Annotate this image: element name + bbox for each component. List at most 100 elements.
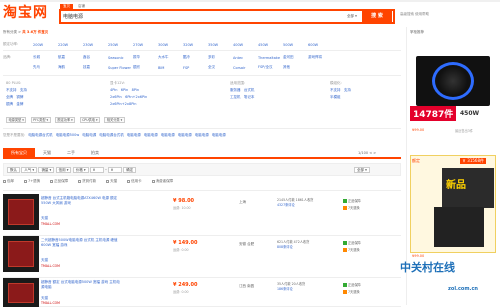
- filter-option[interactable]: 不支持: [330, 88, 341, 92]
- search-input[interactable]: 电脑电源: [63, 13, 83, 20]
- search-scope-select[interactable]: 全部 ▾: [347, 14, 357, 19]
- related-link[interactable]: 电脑电源: [127, 133, 141, 138]
- sort-default[interactable]: 默认: [7, 167, 20, 173]
- sort-sales[interactable]: 销量 ▾: [38, 167, 55, 173]
- filter-option[interactable]: 支持: [20, 88, 27, 92]
- filter-option[interactable]: 600W: [308, 43, 333, 47]
- product-title[interactable]: 二代超静音500W电脑电源 台式机 主机电源 峰值600W 宽幅 游戏: [41, 238, 121, 248]
- product-title[interactable]: 超静音 额定 台式电脑电源500W 宽幅 游戏 主机电源电脑: [41, 280, 121, 290]
- filter-option[interactable]: 320W: [183, 43, 208, 47]
- filter-option[interactable]: 半模组: [330, 95, 341, 99]
- seller-name[interactable]: 天猫: [41, 216, 48, 221]
- psu-image-2[interactable]: [434, 207, 484, 247]
- tab-used[interactable]: 二手: [59, 148, 83, 157]
- taobao-logo[interactable]: 淘宝网: [3, 5, 48, 21]
- filter-option[interactable]: 酷冷: [183, 55, 208, 60]
- filter-option[interactable]: FSP: [183, 66, 208, 70]
- filter-option[interactable]: 230W: [83, 43, 108, 47]
- filter-option[interactable]: 其他: [283, 65, 308, 70]
- filter-option[interactable]: 金牌: [16, 102, 23, 106]
- filter-option[interactable]: 2x6Pin: [110, 95, 122, 99]
- filter-option[interactable]: 350W: [208, 43, 233, 47]
- filter-option[interactable]: 金河田: [283, 55, 308, 60]
- list-item[interactable]: 超静音 台式主机箱电脑电源ATX460W 电源 额定550W 大风扇 游戏 天猫…: [3, 194, 401, 236]
- option-7day-return[interactable]: 7+退换: [24, 179, 40, 184]
- filter-option[interactable]: 海韵: [58, 65, 83, 70]
- filter-option[interactable]: 服务器: [230, 88, 241, 92]
- related-link[interactable]: 电脑电源: [212, 133, 226, 138]
- related-link[interactable]: 电脑电源台式机: [28, 133, 53, 138]
- sort-price[interactable]: 价格 ▾: [72, 167, 89, 173]
- filter-option[interactable]: 2x6Pin+2x8Pin: [110, 102, 136, 106]
- product-title[interactable]: 超静音 台式主机箱电脑电源ATX460W 电源 额定550W 大风扇 游戏: [41, 196, 121, 206]
- filter-option[interactable]: Corsair: [233, 66, 258, 70]
- filter-option[interactable]: 6Pin+2x6Pin: [125, 95, 147, 99]
- filter-option[interactable]: 工控机: [230, 95, 241, 99]
- price-max-input[interactable]: ¥: [107, 167, 122, 173]
- psu-image-1[interactable]: [416, 56, 490, 106]
- filter-option[interactable]: 300W: [158, 43, 183, 47]
- product-thumbnail[interactable]: [3, 278, 39, 307]
- filter-option[interactable]: 台式机: [244, 88, 255, 92]
- filter-option[interactable]: 270W: [133, 43, 158, 47]
- seller-name[interactable]: 天猫: [41, 258, 48, 263]
- tab-all[interactable]: 所有宝贝: [3, 148, 35, 157]
- filter-option[interactable]: Seasonic: [108, 56, 133, 60]
- related-link[interactable]: 电脑电源: [144, 133, 158, 138]
- filter-option[interactable]: 500W: [283, 43, 308, 47]
- combo-psu-type[interactable]: 电源类型 ▾: [6, 117, 27, 123]
- filter-option[interactable]: 6Pin: [121, 88, 128, 92]
- filter-option[interactable]: 笔记本: [244, 95, 255, 99]
- filter-option[interactable]: 不支持: [6, 88, 17, 92]
- filter-option[interactable]: 大水牛: [158, 55, 183, 60]
- pager[interactable]: 1/100 < >: [358, 151, 376, 155]
- option-credit-card[interactable]: 信用卡: [127, 179, 142, 184]
- filter-option[interactable]: BIM: [158, 66, 183, 70]
- filter-option[interactable]: Antec: [233, 56, 258, 60]
- filter-option[interactable]: 400W: [233, 43, 258, 47]
- option-cod[interactable]: 货到付款: [78, 179, 96, 184]
- option-consumer-protect[interactable]: 消费者保障: [151, 179, 173, 184]
- combo-pfc[interactable]: PFC类型 ▾: [30, 117, 51, 123]
- option-free-shipping[interactable]: 包邮: [3, 179, 14, 184]
- combo-power[interactable]: 额定功率 ▾: [54, 117, 76, 123]
- search-button[interactable]: 搜 索: [362, 9, 392, 24]
- combo-related[interactable]: 相关分类 ▾: [104, 117, 125, 123]
- related-link[interactable]: 电脑电源台式机: [99, 133, 124, 138]
- filter-option[interactable]: Thermaltake: [258, 56, 283, 60]
- filter-option[interactable]: 鑫谷: [83, 55, 108, 60]
- filter-option[interactable]: 4Pin: [110, 88, 117, 92]
- filter-option[interactable]: 全牌: [6, 95, 13, 99]
- product-thumbnail[interactable]: [3, 194, 39, 230]
- filter-option[interactable]: 银欣: [133, 65, 158, 70]
- price-confirm-button[interactable]: 确定: [123, 167, 137, 173]
- filter-option[interactable]: 全汉: [208, 65, 233, 70]
- filter-option[interactable]: 银牌: [6, 102, 13, 106]
- filter-option[interactable]: 支持: [344, 88, 351, 92]
- filter-option[interactable]: 先马: [33, 65, 58, 70]
- filter-option[interactable]: 铜牌: [16, 95, 23, 99]
- filter-option[interactable]: 长城: [33, 55, 58, 60]
- product-thumbnail[interactable]: [3, 236, 39, 272]
- advanced-search-link[interactable]: 高级搜索 使用帮助: [400, 12, 429, 17]
- filter-option[interactable]: FSP/全汉: [258, 65, 283, 70]
- related-link[interactable]: 电脑电源: [178, 133, 192, 138]
- related-link[interactable]: 电脑电源: [161, 133, 175, 138]
- option-genuine[interactable]: 正品保障: [50, 179, 68, 184]
- filter-option[interactable]: 航嘉: [58, 55, 83, 60]
- filter-option[interactable]: 游戏悍将: [308, 55, 333, 60]
- tab-auction[interactable]: 拍卖: [83, 148, 107, 157]
- filter-option[interactable]: 220W: [58, 43, 83, 47]
- related-link[interactable]: 电脑电源: [82, 133, 96, 138]
- filter-option[interactable]: 450W: [258, 43, 283, 47]
- option-tmall[interactable]: 天猫: [106, 179, 117, 184]
- tab-tmall[interactable]: 天猫: [35, 148, 59, 157]
- filter-option[interactable]: 振华: [133, 55, 158, 60]
- sort-credit[interactable]: 信用 ▾: [55, 167, 72, 173]
- combo-cpu[interactable]: CPU供电 ▾: [79, 117, 101, 123]
- view-select[interactable]: 全部 ▾: [354, 167, 370, 173]
- filter-option[interactable]: Super Flower: [108, 66, 133, 70]
- filter-option[interactable]: 250W: [108, 43, 133, 47]
- filter-option[interactable]: 8Pin: [132, 88, 139, 92]
- sort-popularity[interactable]: 人气 ▾: [21, 167, 38, 173]
